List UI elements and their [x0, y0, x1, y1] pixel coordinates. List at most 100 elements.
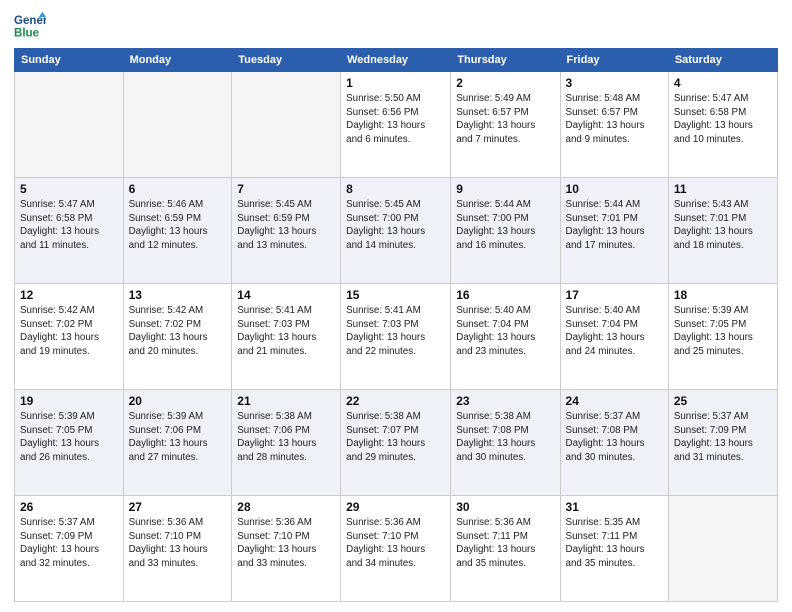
- calendar-cell: [232, 72, 341, 178]
- day-info: Sunrise: 5:36 AM Sunset: 7:10 PM Dayligh…: [237, 516, 335, 571]
- day-number: 8: [346, 182, 445, 196]
- calendar-cell: 30 Sunrise: 5:36 AM Sunset: 7:11 PM Dayli…: [451, 496, 560, 602]
- day-number: 15: [346, 288, 445, 302]
- calendar-cell: 26 Sunrise: 5:37 AM Sunset: 7:09 PM Dayli…: [15, 496, 124, 602]
- weekday-header-thursday: Thursday: [451, 49, 560, 72]
- calendar-cell: 22 Sunrise: 5:38 AM Sunset: 7:07 PM Dayli…: [341, 390, 451, 496]
- weekday-header-saturday: Saturday: [668, 49, 777, 72]
- day-number: 11: [674, 182, 772, 196]
- calendar-cell: 19Sunrise: 5:39 AM Sunset: 7:05 PM Dayli…: [15, 390, 124, 496]
- day-number: 24: [566, 394, 663, 408]
- day-info: Sunrise: 5:36 AM Sunset: 7:10 PM Dayligh…: [346, 516, 445, 571]
- day-info: Sunrise: 5:44 AM Sunset: 7:01 PM Dayligh…: [566, 198, 663, 253]
- day-info: Sunrise: 5:35 AM Sunset: 7:11 PM Dayligh…: [566, 516, 663, 571]
- calendar-cell: 28Sunrise: 5:36 AM Sunset: 7:10 PM Dayli…: [232, 496, 341, 602]
- calendar-cell: 13 Sunrise: 5:42 AM Sunset: 7:02 PM Dayli…: [123, 284, 232, 390]
- calendar-week-row: 1 Sunrise: 5:50 AM Sunset: 6:56 PM Daylig…: [15, 72, 778, 178]
- day-info: Sunrise: 5:39 AM Sunset: 7:06 PM Dayligh…: [129, 410, 227, 465]
- day-info: Sunrise: 5:37 AM Sunset: 7:09 PM Dayligh…: [20, 516, 118, 571]
- day-number: 20: [129, 394, 227, 408]
- calendar-cell: 10 Sunrise: 5:44 AM Sunset: 7:01 PM Dayli…: [560, 178, 668, 284]
- calendar-cell: 1 Sunrise: 5:50 AM Sunset: 6:56 PM Daylig…: [341, 72, 451, 178]
- day-number: 13: [129, 288, 227, 302]
- calendar-week-row: 5Sunrise: 5:47 AM Sunset: 6:58 PM Daylig…: [15, 178, 778, 284]
- day-info: Sunrise: 5:37 AM Sunset: 7:08 PM Dayligh…: [566, 410, 663, 465]
- day-number: 7: [237, 182, 335, 196]
- calendar-cell: 6Sunrise: 5:46 AM Sunset: 6:59 PM Daylig…: [123, 178, 232, 284]
- calendar-cell: 29 Sunrise: 5:36 AM Sunset: 7:10 PM Dayli…: [341, 496, 451, 602]
- day-info: Sunrise: 5:36 AM Sunset: 7:10 PM Dayligh…: [129, 516, 227, 571]
- svg-text:Blue: Blue: [14, 28, 40, 40]
- day-number: 14: [237, 288, 335, 302]
- calendar-cell: 23 Sunrise: 5:38 AM Sunset: 7:08 PM Dayli…: [451, 390, 560, 496]
- day-info: Sunrise: 5:42 AM Sunset: 7:02 PM Dayligh…: [129, 304, 227, 359]
- calendar-cell: 24 Sunrise: 5:37 AM Sunset: 7:08 PM Dayli…: [560, 390, 668, 496]
- weekday-header-wednesday: Wednesday: [341, 49, 451, 72]
- day-info: Sunrise: 5:43 AM Sunset: 7:01 PM Dayligh…: [674, 198, 772, 253]
- weekday-header-friday: Friday: [560, 49, 668, 72]
- calendar-cell: [123, 72, 232, 178]
- logo-icon: General Blue: [14, 10, 46, 42]
- day-number: 1: [346, 76, 445, 90]
- day-info: Sunrise: 5:39 AM Sunset: 7:05 PM Dayligh…: [674, 304, 772, 359]
- day-number: 30: [456, 500, 554, 514]
- calendar-week-row: 26 Sunrise: 5:37 AM Sunset: 7:09 PM Dayli…: [15, 496, 778, 602]
- day-info: Sunrise: 5:41 AM Sunset: 7:03 PM Dayligh…: [237, 304, 335, 359]
- calendar-cell: 16Sunrise: 5:40 AM Sunset: 7:04 PM Dayli…: [451, 284, 560, 390]
- calendar-cell: 14 Sunrise: 5:41 AM Sunset: 7:03 PM Dayli…: [232, 284, 341, 390]
- calendar-cell: 25 Sunrise: 5:37 AM Sunset: 7:09 PM Dayli…: [668, 390, 777, 496]
- calendar-cell: 3Sunrise: 5:48 AM Sunset: 6:57 PM Daylig…: [560, 72, 668, 178]
- calendar-week-row: 19Sunrise: 5:39 AM Sunset: 7:05 PM Dayli…: [15, 390, 778, 496]
- day-number: 10: [566, 182, 663, 196]
- calendar-cell: 15 Sunrise: 5:41 AM Sunset: 7:03 PM Dayli…: [341, 284, 451, 390]
- day-number: 17: [566, 288, 663, 302]
- day-info: Sunrise: 5:45 AM Sunset: 7:00 PM Dayligh…: [346, 198, 445, 253]
- calendar-cell: 17 Sunrise: 5:40 AM Sunset: 7:04 PM Dayli…: [560, 284, 668, 390]
- day-info: Sunrise: 5:38 AM Sunset: 7:08 PM Dayligh…: [456, 410, 554, 465]
- calendar-cell: [668, 496, 777, 602]
- day-info: Sunrise: 5:41 AM Sunset: 7:03 PM Dayligh…: [346, 304, 445, 359]
- day-number: 2: [456, 76, 554, 90]
- day-info: Sunrise: 5:37 AM Sunset: 7:09 PM Dayligh…: [674, 410, 772, 465]
- day-number: 31: [566, 500, 663, 514]
- day-number: 4: [674, 76, 772, 90]
- day-number: 16: [456, 288, 554, 302]
- day-number: 29: [346, 500, 445, 514]
- day-number: 26: [20, 500, 118, 514]
- day-info: Sunrise: 5:38 AM Sunset: 7:06 PM Dayligh…: [237, 410, 335, 465]
- calendar-cell: 7 Sunrise: 5:45 AM Sunset: 6:59 PM Daylig…: [232, 178, 341, 284]
- day-info: Sunrise: 5:44 AM Sunset: 7:00 PM Dayligh…: [456, 198, 554, 253]
- weekday-header-tuesday: Tuesday: [232, 49, 341, 72]
- header: General Blue: [14, 10, 778, 42]
- day-number: 9: [456, 182, 554, 196]
- calendar-cell: 9 Sunrise: 5:44 AM Sunset: 7:00 PM Daylig…: [451, 178, 560, 284]
- day-info: Sunrise: 5:40 AM Sunset: 7:04 PM Dayligh…: [566, 304, 663, 359]
- day-number: 18: [674, 288, 772, 302]
- day-info: Sunrise: 5:39 AM Sunset: 7:05 PM Dayligh…: [20, 410, 118, 465]
- day-info: Sunrise: 5:48 AM Sunset: 6:57 PM Dayligh…: [566, 92, 663, 147]
- calendar-cell: [15, 72, 124, 178]
- calendar-cell: 8 Sunrise: 5:45 AM Sunset: 7:00 PM Daylig…: [341, 178, 451, 284]
- calendar-cell: 31 Sunrise: 5:35 AM Sunset: 7:11 PM Dayli…: [560, 496, 668, 602]
- day-info: Sunrise: 5:50 AM Sunset: 6:56 PM Dayligh…: [346, 92, 445, 147]
- weekday-header-monday: Monday: [123, 49, 232, 72]
- day-info: Sunrise: 5:36 AM Sunset: 7:11 PM Dayligh…: [456, 516, 554, 571]
- calendar-cell: 21 Sunrise: 5:38 AM Sunset: 7:06 PM Dayli…: [232, 390, 341, 496]
- day-number: 6: [129, 182, 227, 196]
- day-number: 22: [346, 394, 445, 408]
- day-number: 25: [674, 394, 772, 408]
- day-info: Sunrise: 5:38 AM Sunset: 7:07 PM Dayligh…: [346, 410, 445, 465]
- day-number: 23: [456, 394, 554, 408]
- day-number: 21: [237, 394, 335, 408]
- calendar-cell: 27Sunrise: 5:36 AM Sunset: 7:10 PM Dayli…: [123, 496, 232, 602]
- calendar-cell: 18 Sunrise: 5:39 AM Sunset: 7:05 PM Dayli…: [668, 284, 777, 390]
- page: General Blue SundayMondayTuesdayWednesda…: [0, 0, 792, 612]
- day-info: Sunrise: 5:42 AM Sunset: 7:02 PM Dayligh…: [20, 304, 118, 359]
- calendar-table: SundayMondayTuesdayWednesdayThursdayFrid…: [14, 48, 778, 602]
- calendar-cell: 12Sunrise: 5:42 AM Sunset: 7:02 PM Dayli…: [15, 284, 124, 390]
- weekday-header-row: SundayMondayTuesdayWednesdayThursdayFrid…: [15, 49, 778, 72]
- day-info: Sunrise: 5:45 AM Sunset: 6:59 PM Dayligh…: [237, 198, 335, 253]
- day-info: Sunrise: 5:47 AM Sunset: 6:58 PM Dayligh…: [20, 198, 118, 253]
- day-info: Sunrise: 5:47 AM Sunset: 6:58 PM Dayligh…: [674, 92, 772, 147]
- day-info: Sunrise: 5:49 AM Sunset: 6:57 PM Dayligh…: [456, 92, 554, 147]
